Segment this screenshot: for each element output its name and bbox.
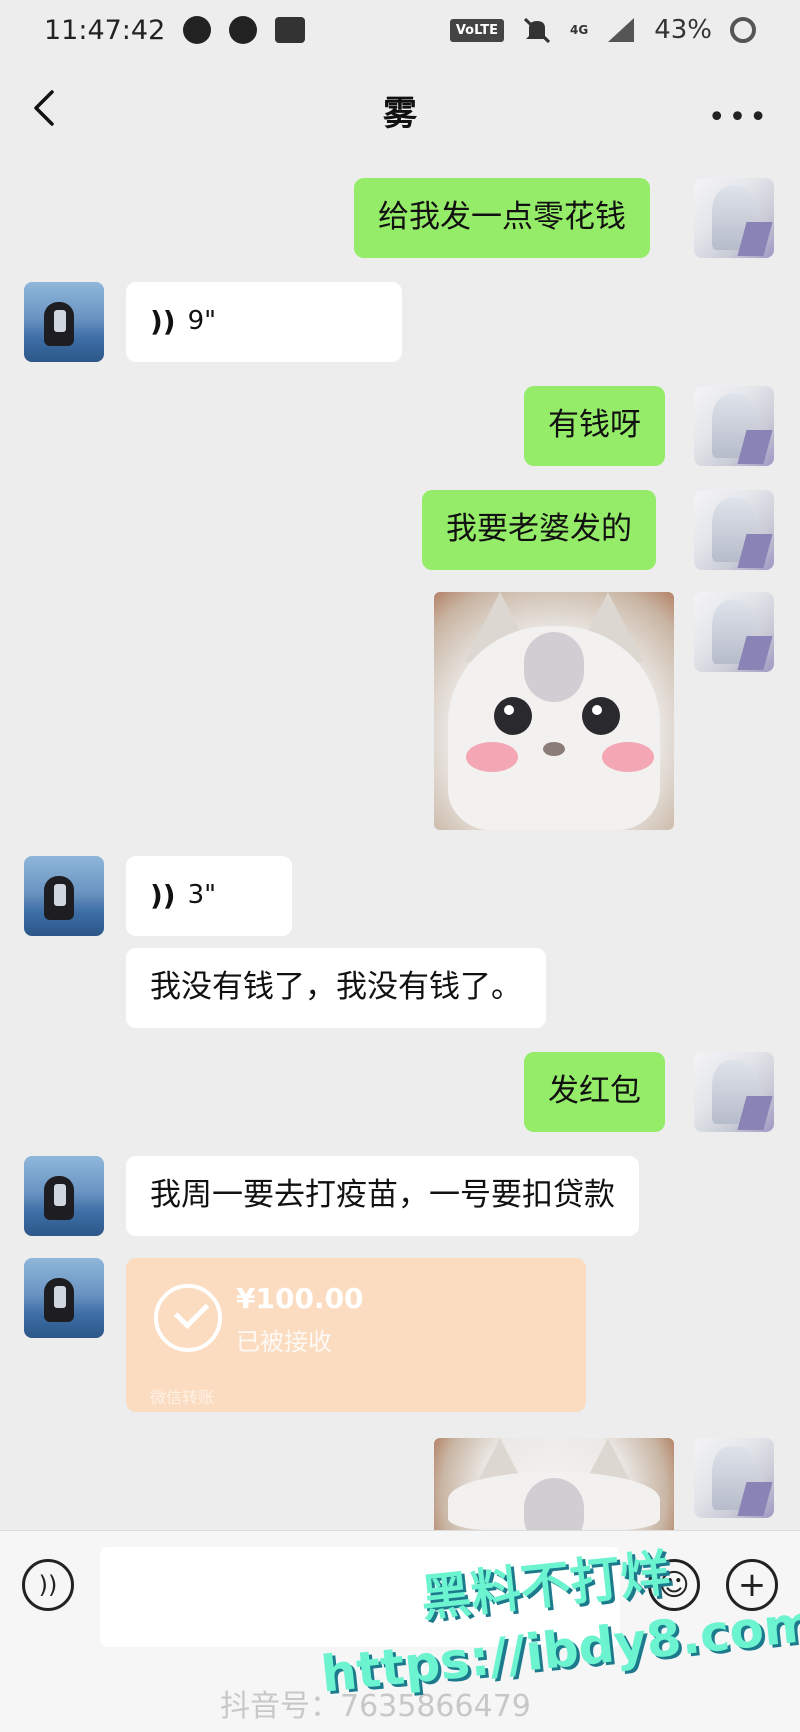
my-avatar[interactable] bbox=[694, 592, 774, 672]
voice-duration: 9" bbox=[187, 306, 217, 337]
notification-icon bbox=[275, 17, 306, 43]
more-options-button[interactable]: ••• bbox=[708, 100, 770, 135]
chat-screen: 11:47:42 VoLTE 4G 43% 雾 ••• 给我发一点零花钱 )) … bbox=[0, 0, 800, 1732]
my-avatar[interactable] bbox=[694, 178, 774, 258]
my-avatar[interactable] bbox=[694, 490, 774, 570]
mute-icon bbox=[523, 17, 551, 44]
contact-message-bubble[interactable]: 我没有钱了，我没有钱了。 bbox=[126, 948, 546, 1028]
voice-message-bubble[interactable]: )) 3" bbox=[126, 856, 292, 936]
transfer-amount: ¥100.00 bbox=[236, 1282, 364, 1315]
contact-message-bubble[interactable]: 我周一要去打疫苗，一号要扣贷款 bbox=[126, 1156, 639, 1236]
transfer-status: 已被接收 bbox=[236, 1328, 332, 1356]
status-time: 11:47:42 bbox=[44, 14, 166, 46]
my-avatar[interactable] bbox=[694, 1052, 774, 1132]
chat-title: 雾 bbox=[383, 94, 417, 134]
voice-wave-icon: )) bbox=[150, 305, 176, 339]
contact-avatar[interactable] bbox=[24, 1258, 104, 1338]
my-message-bubble[interactable]: 我要老婆发的 bbox=[422, 490, 656, 570]
voice-duration: 3" bbox=[187, 880, 217, 911]
shield-icon bbox=[229, 16, 258, 44]
battery-level: 43% bbox=[654, 15, 712, 45]
transfer-footer: 微信转账 bbox=[150, 1388, 215, 1407]
contact-avatar[interactable] bbox=[24, 1156, 104, 1236]
tiktok-icon bbox=[183, 16, 212, 44]
contact-avatar[interactable] bbox=[24, 282, 104, 362]
voice-mode-icon[interactable]: )) bbox=[22, 1559, 74, 1611]
my-message-bubble[interactable]: 给我发一点零花钱 bbox=[354, 178, 650, 258]
cat-sticker[interactable] bbox=[434, 592, 674, 830]
my-message-bubble[interactable]: 有钱呀 bbox=[524, 386, 665, 466]
my-message-bubble[interactable]: 发红包 bbox=[524, 1052, 665, 1132]
my-avatar[interactable] bbox=[694, 1438, 774, 1518]
transfer-card[interactable]: ¥100.00 已被接收 微信转账 bbox=[126, 1258, 586, 1412]
network-type: 4G bbox=[570, 23, 589, 37]
voice-wave-icon: )) bbox=[150, 879, 176, 913]
volte-badge: VoLTE bbox=[449, 18, 504, 42]
cat-sticker[interactable] bbox=[434, 1438, 674, 1530]
my-avatar[interactable] bbox=[694, 386, 774, 466]
signal-icon bbox=[608, 18, 635, 42]
chat-header: 雾 ••• bbox=[0, 60, 800, 156]
battery-ring-icon bbox=[730, 17, 756, 43]
check-circle-icon bbox=[154, 1284, 222, 1352]
contact-avatar[interactable] bbox=[24, 856, 104, 936]
voice-message-bubble[interactable]: )) 9" bbox=[126, 282, 402, 362]
status-bar: 11:47:42 VoLTE 4G 43% bbox=[0, 0, 800, 60]
